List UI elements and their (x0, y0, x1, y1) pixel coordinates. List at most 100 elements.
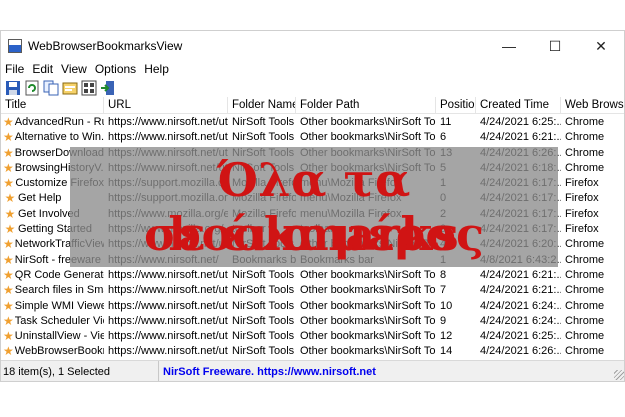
table-header: Title URL Folder Name Folder Path Positi… (1, 97, 624, 114)
table-row[interactable]: ★Task Scheduler Vie... https://www.nirsof… (1, 314, 624, 329)
bookmark-star-icon: ★ (3, 160, 14, 175)
cell-created-time: 4/24/2021 6:21:... (480, 131, 561, 144)
cell-position: 14 (440, 345, 453, 358)
cell-url: https://www.nirsoft.net/uti... (108, 131, 228, 144)
status-bar: 18 item(s), 1 Selected NirSoft Freeware.… (1, 360, 624, 381)
cell-created-time: 4/24/2021 6:25:... (480, 330, 561, 343)
menu-file-label: File (5, 62, 25, 76)
save-icon[interactable] (5, 80, 21, 96)
status-item-count: 18 item(s), 1 Selected (1, 361, 159, 381)
cell-created-time: 4/24/2021 6:21:... (480, 268, 561, 281)
cell-web-browser: Chrome (565, 116, 605, 128)
bookmark-star-icon: ★ (4, 191, 16, 206)
table-row[interactable]: ★QR Code Generato... https://www.nirsoft.… (1, 267, 624, 283)
menu-edit[interactable]: Edit (28, 62, 57, 76)
cell-web-browser: Firefox (565, 177, 599, 190)
bookmark-star-icon: ★ (3, 267, 14, 282)
column-header-title[interactable]: Title (1, 97, 104, 114)
column-header-created-time[interactable]: Created Time (476, 97, 561, 114)
refresh-icon[interactable] (24, 80, 40, 96)
close-button[interactable]: ✕ (578, 31, 624, 61)
cell-url: https://www.nirsoft.net/uti... (108, 299, 228, 312)
cell-title: ★Task Scheduler Vie... (1, 314, 104, 329)
cell-url: https://www.nirsoft.net/uti... (108, 314, 228, 327)
cell-title: ★WebBrowserBookm... (1, 344, 104, 359)
cell-title: ★UninstallView - Vie... (1, 329, 104, 344)
column-header-web-browser[interactable]: Web Brows (561, 97, 624, 114)
cell-folder-name: NirSoft Tools (232, 131, 295, 144)
window-controls: — ☐ ✕ (486, 31, 624, 61)
cell-web-browser: Chrome (565, 268, 605, 281)
cell-url: https://www.nirsoft.net/uti... (108, 284, 228, 297)
cell-folder-path: Other bookmarks\NirSoft Tools (300, 299, 436, 312)
cell-title-text: Get Help (18, 192, 62, 205)
cell-title-text: Task Scheduler Vie... (14, 314, 104, 327)
cell-position: 8 (440, 268, 447, 281)
table-row[interactable]: ★UninstallView - Vie... https://www.nirso… (1, 329, 624, 344)
cell-web-browser: Chrome (565, 131, 605, 144)
column-header-position[interactable]: Position (436, 97, 476, 114)
menu-options[interactable]: Options (91, 62, 140, 76)
cell-folder-path: Other bookmarks\NirSoft Tools (300, 345, 436, 358)
html-report-icon[interactable] (81, 80, 97, 96)
cell-title-text: UninstallView - Vie... (14, 330, 104, 343)
column-header-folder-name[interactable]: Folder Name (228, 97, 296, 114)
minimize-button[interactable]: — (486, 31, 532, 61)
nirsoft-link[interactable]: NirSoft Freeware. https://www.nirsoft.ne… (159, 366, 376, 378)
table-row[interactable]: ★WebBrowserBookm... https://www.nirsoft.n… (1, 344, 624, 359)
exit-icon[interactable] (100, 80, 116, 96)
table-row[interactable]: ★ Alternative to Win... https://www.nirsof… (1, 130, 624, 145)
bookmark-star-icon: ★ (3, 283, 14, 298)
table-row[interactable]: ★Simple WMI Viewe... https://www.nirsoft.… (1, 299, 624, 314)
cell-folder-name: NirSoft Tools (232, 345, 295, 358)
cell-web-browser: Chrome (565, 299, 605, 312)
cell-title: ★Simple WMI Viewe... (1, 299, 104, 314)
cell-position: 12 (440, 330, 453, 343)
cell-web-browser: Chrome (565, 146, 605, 159)
cell-web-browser: Chrome (565, 161, 605, 174)
cell-web-browser: Firefox (565, 192, 599, 205)
bookmark-star-icon: ★ (3, 329, 14, 344)
cell-created-time: 4/24/2021 6:24:... (480, 299, 561, 312)
cell-title-text: QR Code Generato... (14, 268, 104, 281)
bookmark-star-icon: ★ (3, 252, 14, 267)
cell-title-text: Alternative to Win... (14, 131, 104, 144)
bookmark-star-icon: ★ (3, 313, 14, 328)
cell-web-browser: Firefox (565, 207, 599, 220)
copy-icon[interactable] (43, 80, 59, 96)
bookmark-star-icon: ★ (3, 344, 14, 359)
menu-bar: File Edit View Options Help (1, 61, 624, 77)
bookmark-star-icon: ★ (3, 145, 14, 160)
title-bar[interactable]: WebBrowserBookmarksView — ☐ ✕ (1, 31, 624, 61)
menu-view[interactable]: View (57, 62, 91, 76)
bookmark-star-icon: ★ (3, 176, 15, 191)
cell-folder-name: NirSoft Tools (232, 299, 295, 312)
table-row[interactable]: ★Search files in Sma... https://www.nirso… (1, 283, 624, 298)
bookmark-star-icon: ★ (4, 206, 16, 221)
cell-position: 11 (440, 116, 452, 128)
cell-folder-path: Other bookmarks\NirSoft Tools (300, 330, 436, 343)
menu-help[interactable]: Help (140, 62, 173, 76)
cell-position: 7 (440, 284, 447, 297)
cell-title: ★ Alternative to Win... (1, 130, 104, 145)
table-row[interactable]: ★AdvancedRun - Ru... https://www.nirsoft.… (1, 115, 624, 130)
cell-web-browser: Chrome (565, 330, 605, 343)
cell-created-time: 4/24/2021 6:25:... (480, 116, 561, 128)
cell-created-time: 4/24/2021 6:26:... (480, 345, 561, 358)
menu-file[interactable]: File (1, 62, 28, 76)
maximize-button[interactable]: ☐ (532, 31, 578, 61)
cell-folder-name: NirSoft Tools (232, 314, 295, 327)
overlay-subheadline: σε ένα μέρος (143, 207, 485, 261)
cell-position: 9 (440, 314, 447, 327)
resize-grip-icon[interactable] (614, 370, 624, 380)
cell-title-text: AdvancedRun - Ru... (14, 116, 104, 128)
cell-url: https://www.nirsoft.net/uti... (108, 330, 228, 343)
properties-icon[interactable] (62, 80, 78, 96)
menu-edit-label: Edit (32, 62, 54, 76)
column-header-url[interactable]: URL (104, 97, 228, 114)
promo-overlay: Όλα τα bookmarks σε ένα μέρος (70, 147, 558, 267)
column-header-folder-path[interactable]: Folder Path (296, 97, 436, 114)
cell-created-time: 4/24/2021 6:24:... (480, 314, 561, 327)
cell-url: https://www.nirsoft.net/uti... (108, 116, 228, 128)
window-title: WebBrowserBookmarksView (28, 39, 183, 53)
